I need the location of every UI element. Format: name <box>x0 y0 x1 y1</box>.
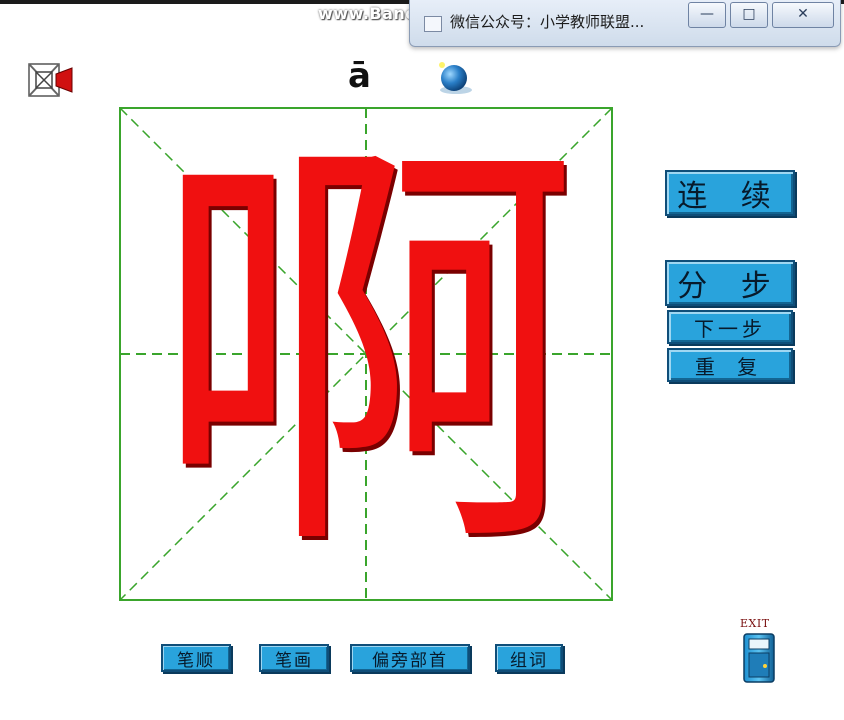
word-building-button[interactable]: 组词 <box>495 644 563 672</box>
window-app-icon <box>424 16 442 32</box>
repeat-button[interactable]: 重 复 <box>667 348 793 382</box>
window-title: 微信公众号：小学教师联盟... <box>450 13 645 31</box>
chinese-character: 啊 <box>151 104 581 604</box>
background-os-window[interactable]: 微信公众号：小学教师联盟... — □ ✕ <box>409 0 841 47</box>
pinyin-label: ā <box>348 56 371 96</box>
minimize-button[interactable]: — <box>688 2 726 28</box>
exit-door-icon[interactable] <box>742 632 776 684</box>
maximize-button[interactable]: □ <box>730 2 768 28</box>
step-mode-button[interactable]: 分 步 <box>665 260 795 306</box>
stroke-order-button[interactable]: 笔顺 <box>161 644 231 672</box>
next-step-button[interactable]: 下一步 <box>667 310 793 344</box>
radical-button[interactable]: 偏旁部首 <box>350 644 470 672</box>
exit-label: EXIT <box>740 617 770 630</box>
close-button[interactable]: ✕ <box>772 2 834 28</box>
continuous-play-button[interactable]: 连 续 <box>665 170 795 216</box>
strokes-button[interactable]: 笔画 <box>259 644 329 672</box>
tianzige-writing-grid: 啊 <box>119 107 613 601</box>
globe-icon[interactable] <box>434 60 476 96</box>
puzzle-tool-icon[interactable] <box>26 60 76 102</box>
